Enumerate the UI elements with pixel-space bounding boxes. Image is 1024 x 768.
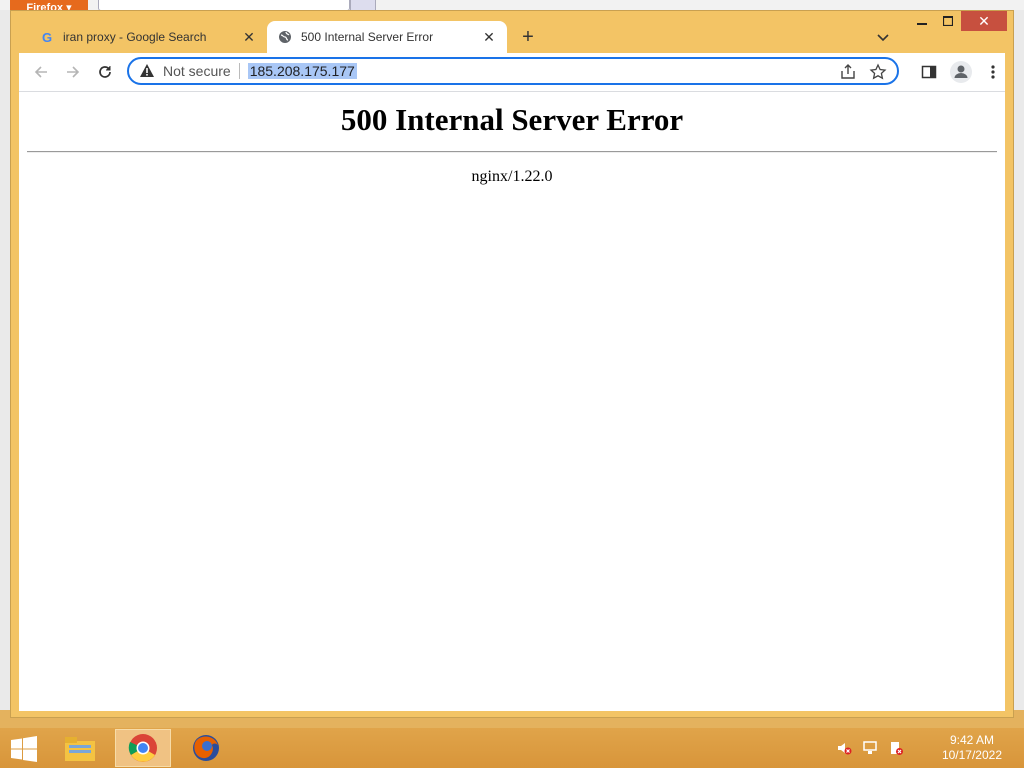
windows-start-icon[interactable] [10, 736, 38, 762]
horizontal-rule [27, 151, 997, 153]
maximize-icon[interactable] [935, 11, 961, 31]
taskbar: 9:42 AM 10/17/2022 [0, 728, 1024, 768]
system-clock[interactable]: 9:42 AM 10/17/2022 [942, 733, 1002, 763]
background-window-edge [1014, 10, 1024, 710]
browser-toolbar: Not secure 185.208.175.177 [19, 53, 1005, 92]
clock-date: 10/17/2022 [941, 748, 1002, 762]
address-bar[interactable]: Not secure 185.208.175.177 [127, 57, 899, 85]
clock-time: 9:42 AM [949, 733, 994, 747]
security-status[interactable]: Not secure [163, 63, 231, 79]
tab-server-error[interactable]: 500 Internal Server Error ✕ [267, 21, 507, 53]
tab-google-search[interactable]: G iran proxy - Google Search ✕ [29, 21, 267, 53]
url-text[interactable]: 185.208.175.177 [247, 63, 357, 79]
warning-icon[interactable] [139, 63, 155, 79]
page-content: 500 Internal Server Error nginx/1.22.0 [19, 92, 1005, 711]
action-center-alert-icon[interactable] [888, 740, 904, 761]
svg-text:G: G [42, 30, 52, 44]
network-icon[interactable] [862, 740, 878, 761]
divider [238, 63, 240, 79]
close-icon[interactable]: ✕ [241, 29, 257, 45]
system-tray [836, 740, 904, 761]
file-explorer-icon[interactable] [52, 729, 108, 767]
server-signature: nginx/1.22.0 [471, 168, 553, 185]
share-icon[interactable] [839, 63, 857, 86]
kebab-menu-icon[interactable] [981, 60, 1005, 84]
window-close-icon[interactable]: ✕ [961, 11, 1007, 31]
bookmark-star-icon[interactable] [869, 63, 887, 86]
window-controls: ✕ [909, 11, 1007, 33]
new-tab-button[interactable]: + [516, 25, 540, 49]
forward-arrow-icon[interactable] [61, 60, 85, 84]
background-window-edge [0, 10, 10, 710]
reload-icon[interactable] [93, 60, 117, 84]
firefox-icon[interactable] [178, 729, 234, 767]
close-icon[interactable]: ✕ [481, 29, 497, 45]
chrome-icon[interactable] [115, 729, 171, 767]
minimize-icon[interactable] [909, 11, 935, 31]
tab-title: 500 Internal Server Error [301, 30, 434, 44]
error-heading: 500 Internal Server Error [340, 102, 684, 137]
volume-muted-icon[interactable] [836, 740, 852, 761]
globe-icon [277, 29, 293, 45]
tab-title: iran proxy - Google Search [63, 30, 207, 44]
tab-strip: G iran proxy - Google Search ✕ 500 Inter… [11, 11, 1013, 53]
profile-avatar-icon[interactable] [949, 60, 973, 84]
browser-window: G iran proxy - Google Search ✕ 500 Inter… [10, 10, 1014, 718]
tab-search-icon[interactable] [873, 27, 893, 47]
omnibox-actions [839, 63, 887, 86]
back-arrow-icon[interactable] [29, 60, 53, 84]
side-panel-icon[interactable] [917, 60, 941, 84]
google-icon: G [39, 29, 55, 45]
